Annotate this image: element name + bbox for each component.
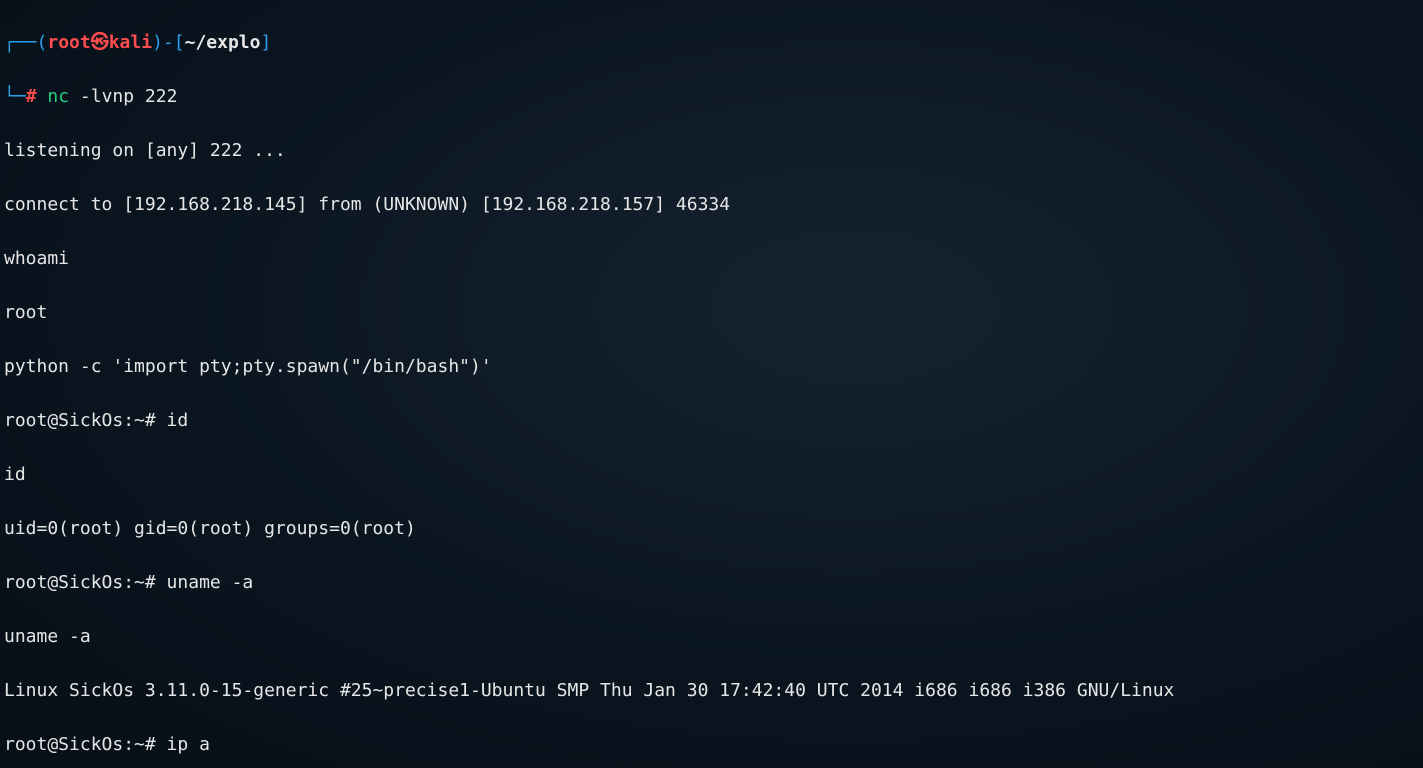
cmd-whoami: whoami [4, 245, 1419, 272]
cmd-python-pty: python -c 'import pty;pty.spawn("/bin/ba… [4, 353, 1419, 380]
prompt-path: ~/explo [185, 32, 261, 53]
prompt-sickos-ipa: root@SickOs:~# ip a [4, 731, 1419, 758]
prompt-dash: - [163, 32, 174, 53]
output-connect: connect to [192.168.218.145] from (UNKNO… [4, 191, 1419, 218]
echo-id: id [4, 461, 1419, 488]
prompt-user: root [47, 32, 90, 53]
output-uname: Linux SickOs 3.11.0-15-generic #25~preci… [4, 677, 1419, 704]
terminal-output-area[interactable]: ┌──(root㉿kali)-[~/explo] └─# nc -lvnp 22… [0, 0, 1423, 768]
kali-prompt-line2: └─# nc -lvnp 222 [4, 83, 1419, 110]
prompt-open-bracket: [ [174, 32, 185, 53]
prompt-sickos-uname: root@SickOs:~# uname -a [4, 569, 1419, 596]
prompt-space [37, 86, 48, 107]
prompt-open-paren: ( [37, 32, 48, 53]
prompt-host: kali [109, 32, 152, 53]
prompt-sickos-id: root@SickOs:~# id [4, 407, 1419, 434]
prompt-corner-top: ┌── [4, 32, 37, 53]
prompt-hash: # [26, 86, 37, 107]
command-nc: nc [47, 86, 69, 107]
kali-prompt-line1: ┌──(root㉿kali)-[~/explo] [4, 29, 1419, 56]
prompt-close-bracket: ] [260, 32, 271, 53]
prompt-corner-bot: └─ [4, 86, 26, 107]
output-listening: listening on [any] 222 ... [4, 137, 1419, 164]
echo-uname: uname -a [4, 623, 1419, 650]
command-args: -lvnp 222 [69, 86, 177, 107]
output-root: root [4, 299, 1419, 326]
prompt-close-paren: ) [152, 32, 163, 53]
skull-icon: ㉿ [91, 32, 109, 53]
output-id: uid=0(root) gid=0(root) groups=0(root) [4, 515, 1419, 542]
